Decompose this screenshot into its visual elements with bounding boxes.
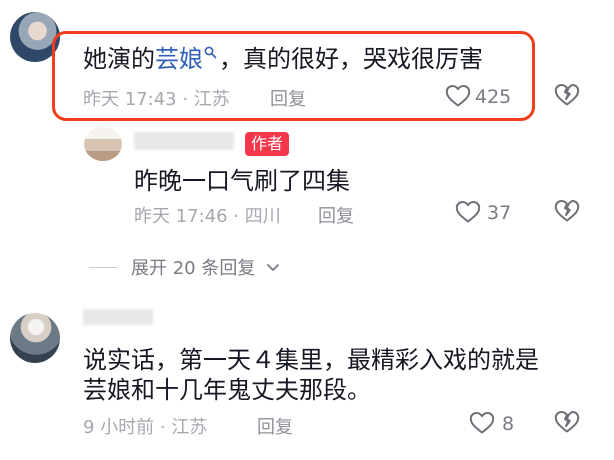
expand-replies-button[interactable]: 展开 20 条回复 <box>131 254 281 280</box>
username-redacted <box>83 309 153 325</box>
broken-heart-icon[interactable] <box>554 83 580 107</box>
reply-1-like-count: 37 <box>487 202 512 224</box>
reply-1-text[interactable]: 昨晚一口气刷了四集 <box>134 166 350 196</box>
search-icon <box>204 46 217 59</box>
reply-1-reply-button[interactable]: 回复 <box>318 202 354 228</box>
comment-2-text-line-2: 芸娘和十几年鬼丈夫那段。 <box>83 376 371 404</box>
broken-heart-icon[interactable] <box>554 199 580 223</box>
reply-1-meta: 昨天 17:46 · 四川 <box>134 206 281 227</box>
heart-icon <box>469 411 495 435</box>
heart-icon <box>455 200 481 224</box>
comment-2-text[interactable]: 说实话，第一天４集里，最精彩入戏的就是 芸娘和十几年鬼丈夫那段。 <box>83 345 603 405</box>
comment-1-text[interactable]: 她演的芸娘 ，真的很好，哭戏很厉害 <box>83 44 483 74</box>
comment-1-like-count: 425 <box>475 86 512 108</box>
expand-replies-label: 展开 20 条回复 <box>131 258 256 279</box>
comment-1-text-prefix: 她演的 <box>83 45 155 73</box>
expand-divider <box>89 267 117 268</box>
comment-1-link[interactable]: 芸娘 <box>155 45 203 73</box>
broken-heart-icon[interactable] <box>554 410 580 434</box>
comment-2-meta: 9 小时前 · 江苏 <box>83 417 208 438</box>
comment-2-like-count: 8 <box>502 413 515 435</box>
comment-1-reply-button[interactable]: 回复 <box>270 85 306 111</box>
comment-2-reply-button[interactable]: 回复 <box>257 413 293 439</box>
avatar-reply-1[interactable] <box>84 127 122 161</box>
comment-1-meta: 昨天 17:43 · 江苏 <box>83 89 230 110</box>
comment-1-text-suffix: ，真的很好，哭戏很厉害 <box>219 45 483 73</box>
heart-icon <box>445 84 471 108</box>
chevron-down-icon <box>265 259 281 275</box>
comment-2-text-line-1: 说实话，第一天４集里，最精彩入戏的就是 <box>83 346 539 374</box>
avatar-comment-2[interactable] <box>10 313 60 363</box>
author-name-redacted <box>134 132 234 150</box>
author-tag: 作者 <box>245 132 290 156</box>
